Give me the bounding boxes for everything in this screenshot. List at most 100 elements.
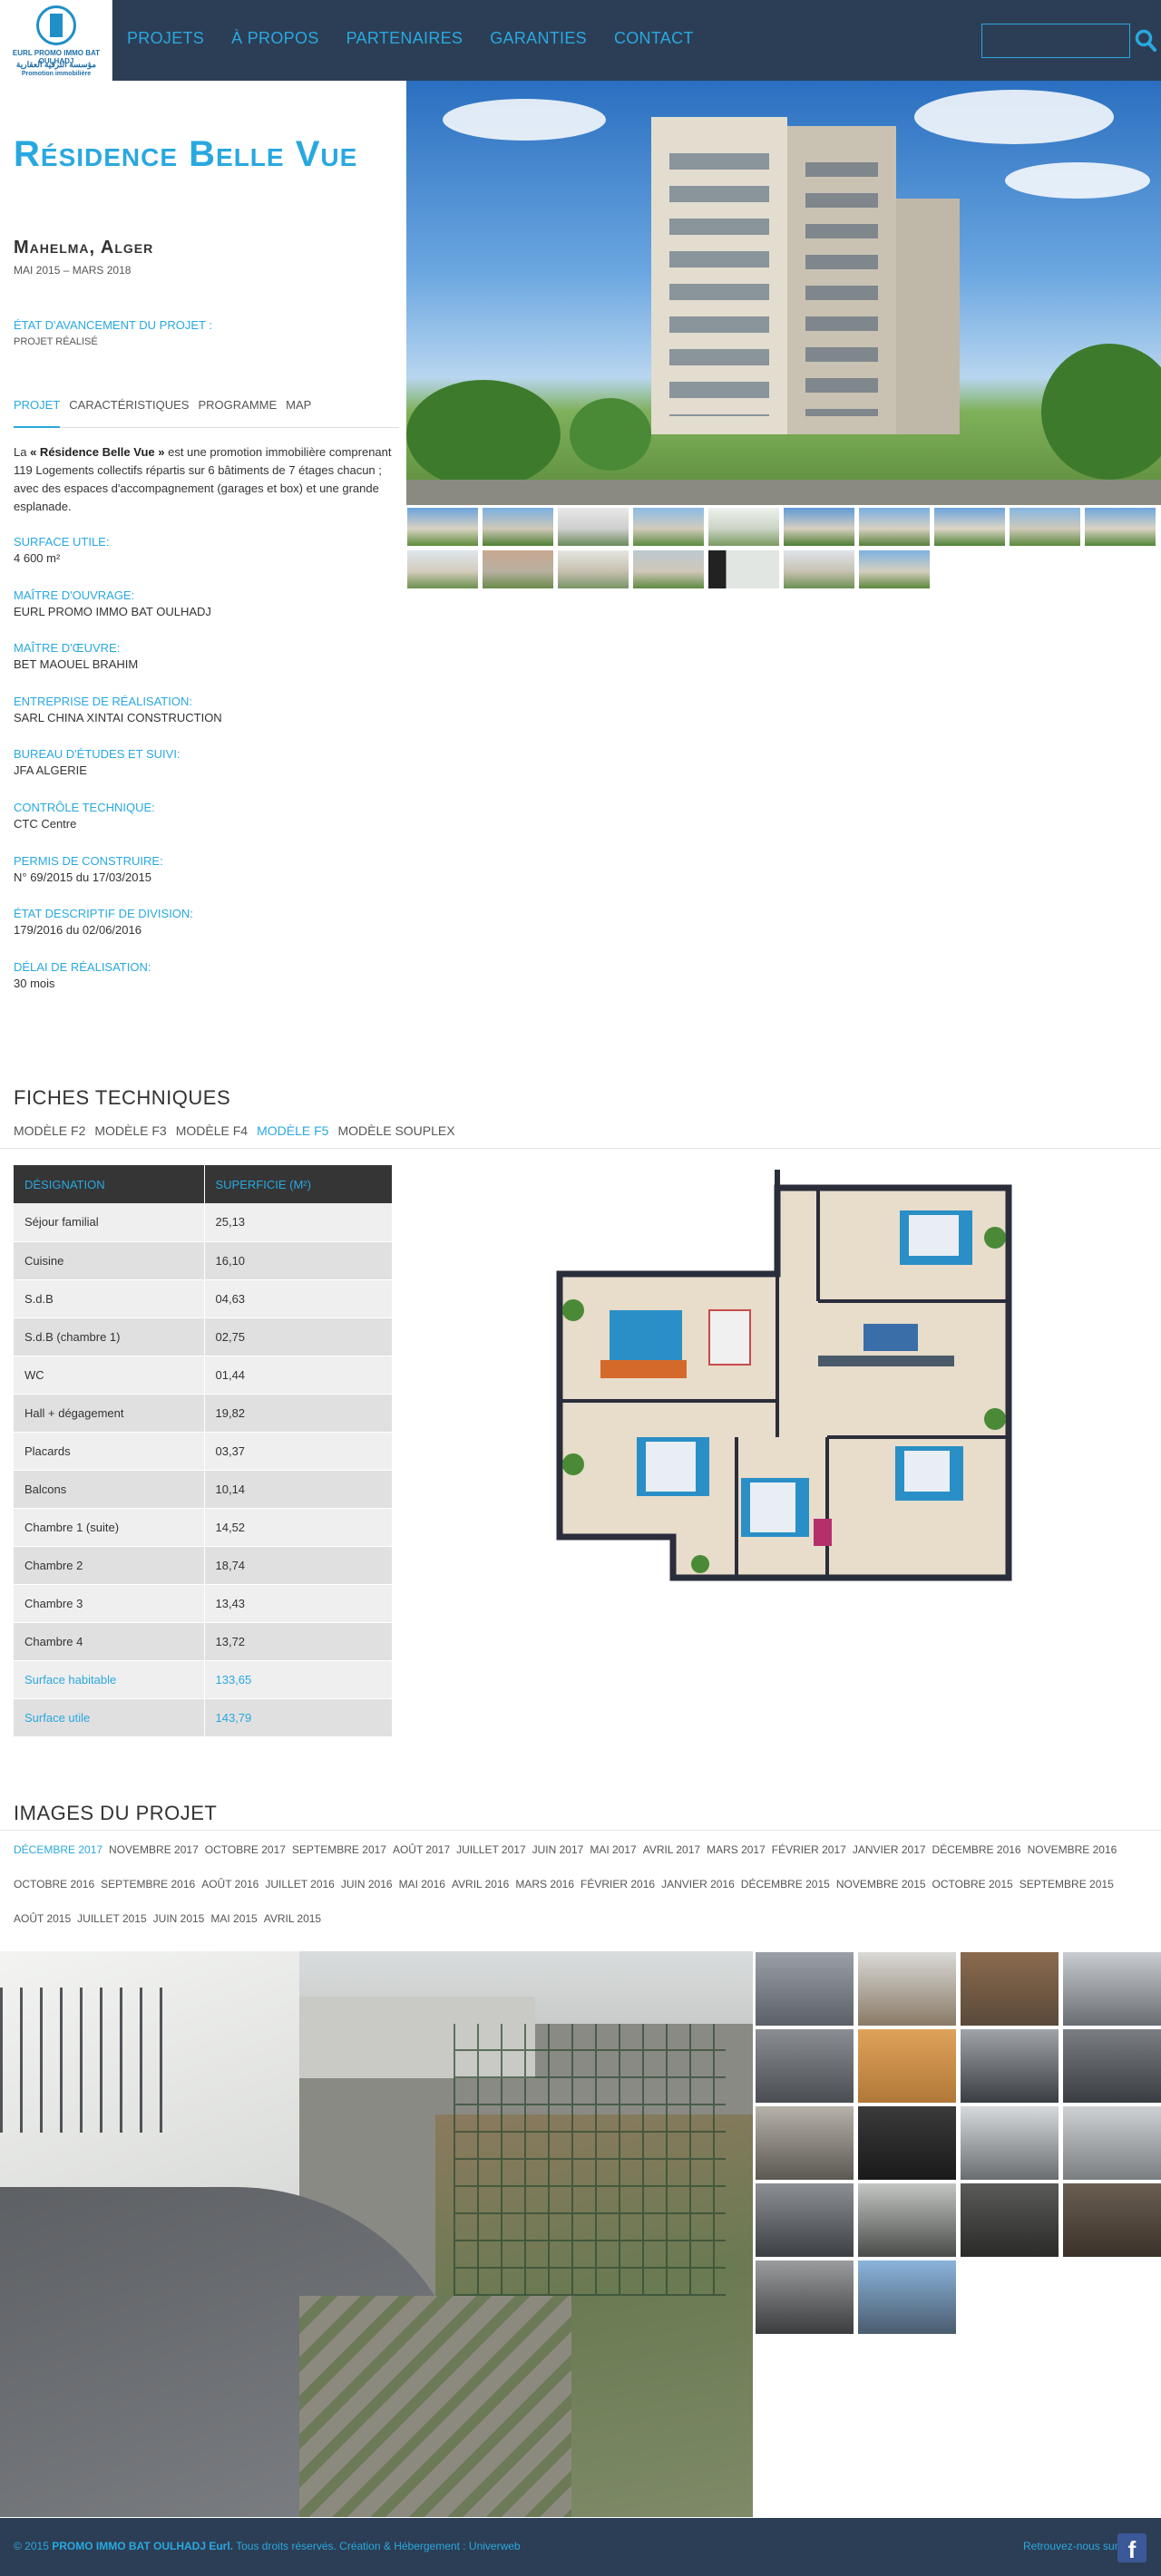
month-link[interactable]: Août 2015 xyxy=(14,1908,71,1930)
month-link[interactable]: Avril 2016 xyxy=(452,1873,509,1895)
facebook-icon[interactable]: f xyxy=(1117,2533,1146,2563)
month-link[interactable]: Octobre 2015 xyxy=(932,1873,1013,1895)
month-link[interactable]: Décembre 2015 xyxy=(741,1873,830,1895)
fact-value: 179/2016 du 02/06/2016 xyxy=(14,923,141,938)
tab-programme[interactable]: Programme xyxy=(198,398,277,428)
month-link[interactable]: Septembre 2016 xyxy=(101,1873,195,1895)
thumbnail[interactable] xyxy=(783,507,855,547)
intro-prefix: La xyxy=(14,445,27,459)
tab-modele-f4[interactable]: Modèle F4 xyxy=(176,1123,248,1138)
thumbnail[interactable] xyxy=(557,549,629,589)
month-link[interactable]: Janvier 2017 xyxy=(853,1839,926,1861)
fact-value: EURL PROMO IMMO BAT OULHADJ xyxy=(14,604,211,618)
gallery-thumbnail[interactable] xyxy=(960,2182,1059,2258)
cell-designation: Séjour familial xyxy=(14,1203,205,1242)
cell-superficie: 13,72 xyxy=(204,1622,393,1661)
thumbnail[interactable] xyxy=(406,507,479,547)
month-link[interactable]: Décembre 2017 xyxy=(14,1839,102,1861)
search-input[interactable] xyxy=(981,24,1130,58)
gallery-thumbnail[interactable] xyxy=(960,1951,1059,2027)
gallery-thumbnail[interactable] xyxy=(960,2105,1059,2181)
gallery-thumbnail[interactable] xyxy=(1062,2182,1161,2258)
search-icon[interactable] xyxy=(1134,27,1157,54)
nav-item-projets[interactable]: Projets xyxy=(127,29,204,48)
gallery-main-photo[interactable] xyxy=(0,1951,753,2517)
floor-plan-image[interactable] xyxy=(555,1165,1016,1587)
month-link[interactable]: Juillet 2016 xyxy=(265,1873,335,1895)
gallery-thumbnail[interactable] xyxy=(857,2105,957,2181)
thumbnail[interactable] xyxy=(707,507,780,547)
gallery-thumbnail[interactable] xyxy=(755,2105,854,2181)
month-link[interactable]: Octobre 2016 xyxy=(14,1873,94,1895)
month-link[interactable]: Mars 2017 xyxy=(707,1839,766,1861)
gallery-thumbnail[interactable] xyxy=(857,1951,957,2027)
nav-item-a-propos[interactable]: À propos xyxy=(231,29,318,48)
thumbnail[interactable] xyxy=(482,507,554,547)
project-hero-image[interactable] xyxy=(406,81,1161,505)
gallery-thumbnail[interactable] xyxy=(755,2028,854,2104)
thumbnail[interactable] xyxy=(632,549,705,589)
gallery-thumbnail[interactable] xyxy=(755,1951,854,2027)
month-link[interactable]: Mai 2015 xyxy=(210,1908,257,1930)
gallery-thumbnail[interactable] xyxy=(857,2260,957,2335)
fact-label: Surface utile: xyxy=(14,535,110,549)
month-link[interactable]: Septembre 2017 xyxy=(292,1839,386,1861)
thumbnail[interactable] xyxy=(632,507,705,547)
month-link[interactable]: Mai 2016 xyxy=(399,1873,445,1895)
project-facts: Surface utile: 4 600 m² Maître d'ouvrage… xyxy=(14,534,399,1012)
tab-modele-f3[interactable]: Modèle F3 xyxy=(94,1123,166,1138)
month-link[interactable]: Septembre 2015 xyxy=(1020,1873,1114,1895)
thumbnail[interactable] xyxy=(933,507,1006,547)
thumbnail[interactable] xyxy=(1009,507,1081,547)
thumbnail[interactable] xyxy=(858,507,931,547)
copyright-company[interactable]: PROMO IMMO BAT OULHADJ Eurl. xyxy=(52,2540,233,2552)
month-link[interactable]: Mars 2016 xyxy=(515,1873,574,1895)
month-link[interactable]: Mai 2017 xyxy=(590,1839,636,1861)
gallery-thumbnail[interactable] xyxy=(755,2260,854,2335)
cell-designation: S.d.B xyxy=(14,1279,205,1318)
gallery-thumbnail[interactable] xyxy=(1062,1951,1161,2027)
site-logo[interactable]: EURL PROMO IMMO BAT OULHADJ مؤسسة الترقي… xyxy=(0,0,112,81)
nav-item-contact[interactable]: Contact xyxy=(614,29,694,48)
thumbnail[interactable] xyxy=(1084,507,1156,547)
tab-caracteristiques[interactable]: Caractéristiques xyxy=(69,398,189,428)
month-link[interactable]: Février 2016 xyxy=(580,1873,655,1895)
month-link[interactable]: Avril 2015 xyxy=(264,1908,321,1930)
month-link[interactable]: Juillet 2017 xyxy=(456,1839,526,1861)
tab-modele-f5[interactable]: Modèle F5 xyxy=(257,1123,328,1138)
month-link[interactable]: Décembre 2016 xyxy=(932,1839,1021,1861)
nav-item-garanties[interactable]: Garanties xyxy=(490,29,587,48)
month-link[interactable]: Novembre 2017 xyxy=(109,1839,199,1861)
nav-item-partenaires[interactable]: Partenaires xyxy=(346,29,463,48)
month-link[interactable]: Novembre 2016 xyxy=(1028,1839,1117,1861)
gallery-thumbnail[interactable] xyxy=(1062,2105,1161,2181)
thumbnail[interactable] xyxy=(707,549,780,589)
tab-modele-f2[interactable]: Modèle F2 xyxy=(14,1123,85,1138)
gallery-thumbnail[interactable] xyxy=(857,2028,957,2104)
project-date-separator: – xyxy=(63,264,70,277)
gallery-thumbnail[interactable] xyxy=(960,2028,1059,2104)
tab-map[interactable]: Map xyxy=(286,398,311,428)
month-link[interactable]: Juin 2015 xyxy=(153,1908,205,1930)
thumbnail[interactable] xyxy=(783,549,855,589)
month-link[interactable]: Août 2016 xyxy=(201,1873,259,1895)
month-link[interactable]: Août 2017 xyxy=(393,1839,450,1861)
tab-modele-souplex[interactable]: Modèle Souplex xyxy=(337,1123,454,1138)
month-link[interactable]: Octobre 2017 xyxy=(205,1839,286,1861)
thumbnail[interactable] xyxy=(858,549,931,589)
gallery-thumbnail[interactable] xyxy=(1062,2028,1161,2104)
month-link[interactable]: Avril 2017 xyxy=(643,1839,700,1861)
gallery-thumbnail[interactable] xyxy=(857,2182,957,2258)
thumbnail[interactable] xyxy=(557,507,629,547)
thumbnail[interactable] xyxy=(482,549,554,589)
month-link[interactable]: Novembre 2015 xyxy=(836,1873,926,1895)
tab-projet[interactable]: Projet xyxy=(14,398,61,428)
month-link[interactable]: Février 2017 xyxy=(772,1839,846,1861)
gallery-thumbnail[interactable] xyxy=(755,2182,854,2258)
month-link[interactable]: Janvier 2016 xyxy=(661,1873,735,1895)
month-link[interactable]: Juin 2017 xyxy=(532,1839,584,1861)
facebook-label: Retrouvez-nous sur xyxy=(1023,2540,1118,2552)
thumbnail[interactable] xyxy=(406,549,479,589)
month-link[interactable]: Juin 2016 xyxy=(341,1873,393,1895)
month-link[interactable]: Juillet 2015 xyxy=(77,1908,147,1930)
